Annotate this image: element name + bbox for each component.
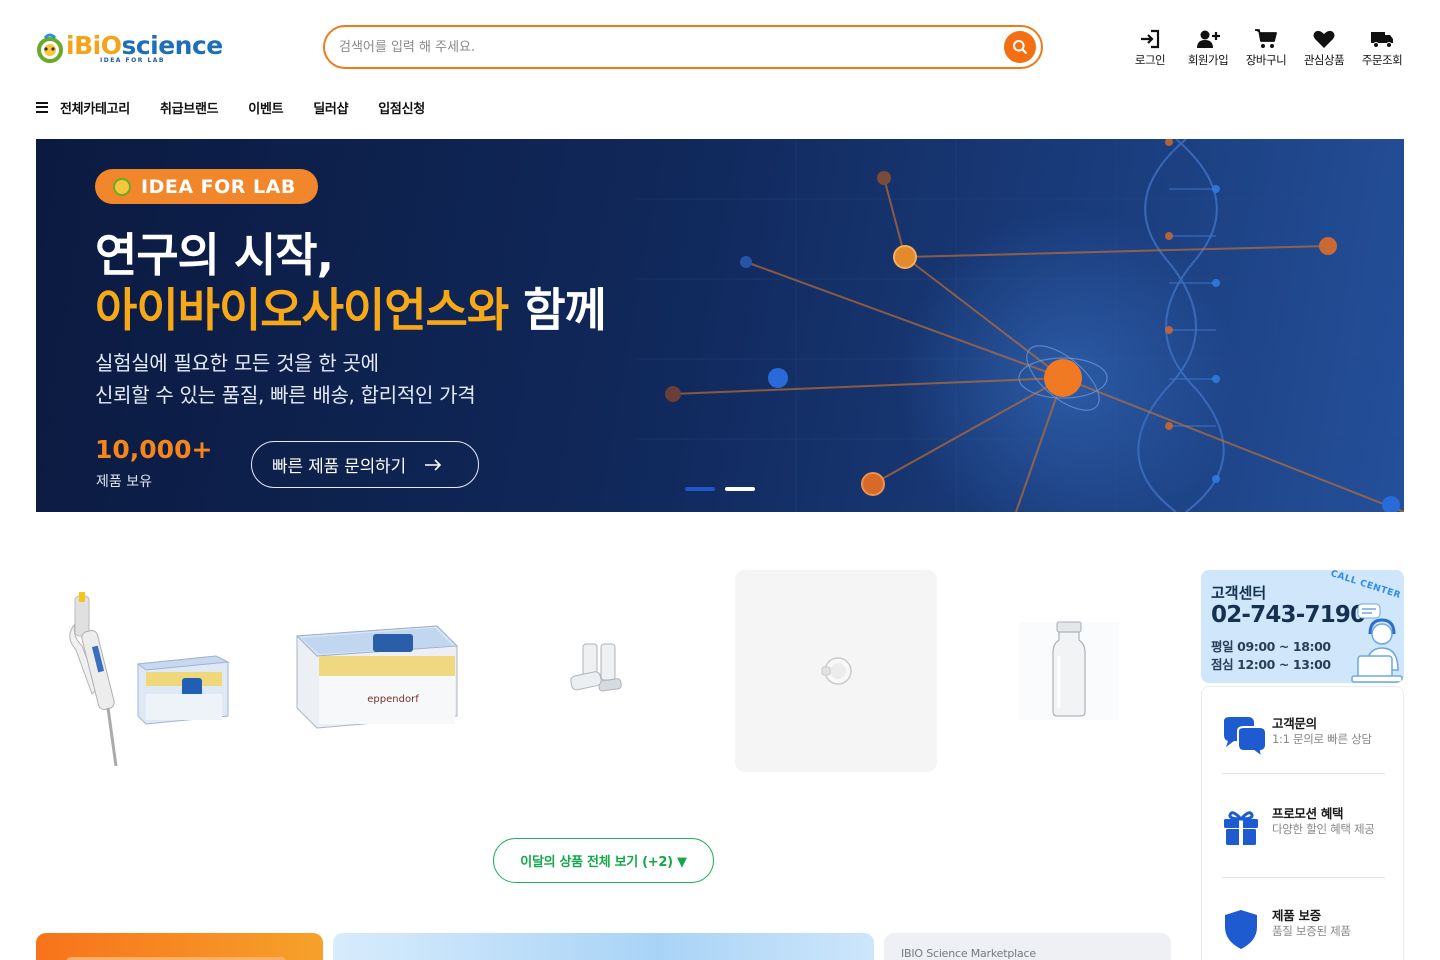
- nav-vendor-apply[interactable]: 입점신청: [378, 98, 425, 117]
- customer-center-phone[interactable]: 02-743-7190: [1211, 602, 1366, 628]
- login-link[interactable]: 로그인: [1128, 28, 1172, 68]
- eppendorf-tip-rack-image: eppendorf: [295, 625, 459, 729]
- service-title-warranty: 제품 보증: [1272, 908, 1321, 923]
- service-desc-warranty: 품질 보증된 제품: [1272, 924, 1351, 938]
- service-list: 고객문의 1:1 문의로 빠른 상담 프로모션 혜택 다양한 할인 혜택 제공 …: [1201, 686, 1404, 960]
- pipette-and-tip-box-image: [69, 592, 230, 766]
- customer-center-card: 고객센터 02-743-7190 평일 09:00 ~ 18:00 점심 12:…: [1201, 570, 1404, 683]
- product-card-pipette[interactable]: [36, 570, 238, 772]
- logo-science: science: [121, 30, 223, 60]
- header: iBiOscience IDEA FOR LAB 로그인: [0, 0, 1440, 92]
- badge-logo-icon: [113, 177, 131, 196]
- service-title-promotion: 프로모션 혜택: [1272, 806, 1344, 821]
- product-carousel: eppendorf: [36, 570, 1171, 774]
- service-item-inquiry[interactable]: 고객문의 1:1 문의로 빠른 상담: [1222, 713, 1385, 757]
- product-card-tip-rack[interactable]: eppendorf: [269, 570, 471, 772]
- quick-inquiry-label: 빠른 제품 문의하기: [272, 457, 406, 477]
- hero-subtitle-line2: 신뢰할 수 있는 품질, 빠른 배송, 합리적인 가격: [95, 383, 476, 407]
- shield-icon: [1225, 910, 1257, 949]
- heart-icon: [1313, 30, 1335, 48]
- cart-icon: [1255, 29, 1277, 48]
- orders-label: 주문조회: [1361, 53, 1403, 67]
- service-title-inquiry: 고객문의: [1272, 716, 1317, 731]
- hero-title-rest: 함께: [523, 283, 607, 337]
- login-icon: [1141, 29, 1160, 49]
- hero-title-highlight: 아이바이오사이언스와: [95, 283, 509, 337]
- search-input[interactable]: [339, 37, 979, 57]
- glass-vial-image: [1019, 621, 1119, 720]
- customer-center-title: 고객센터: [1211, 584, 1267, 602]
- product-card-vial-cap[interactable]: [735, 570, 937, 772]
- nav-all-categories[interactable]: 전체카테고리: [60, 98, 130, 117]
- hamburger-menu-icon[interactable]: [36, 101, 48, 113]
- wishlist-label: 관심상품: [1303, 53, 1345, 67]
- hero-stat-number: 10,000+: [95, 435, 213, 464]
- view-all-products-label: 이달의 상품 전체 보기 (+2) ▼: [520, 855, 687, 870]
- hero-banner[interactable]: IDEA FOR LAB 연구의 시작, 아이바이오사이언스와 함께 실험실에 …: [36, 139, 1404, 512]
- logo-name: iBiO: [66, 30, 122, 60]
- quick-inquiry-button[interactable]: 빠른 제품 문의하기: [251, 441, 479, 488]
- nav-brands[interactable]: 취급브랜드: [160, 98, 219, 117]
- hero-stat-label: 제품 보유: [96, 474, 152, 490]
- hero-subtitle-line1: 실험실에 필요한 모든 것을 한 곳에: [95, 351, 379, 375]
- service-item-promotion[interactable]: 프로모션 혜택 다양한 할인 혜택 제공: [1222, 803, 1385, 847]
- operator-illustration-icon: [1351, 603, 1403, 683]
- small-vials-image: [570, 643, 622, 692]
- slider-dot-2[interactable]: [725, 487, 755, 491]
- logo-tagline: IDEA FOR LAB: [100, 56, 165, 64]
- slider-dots: [685, 487, 755, 491]
- orders-link[interactable]: 주문조회: [1360, 28, 1404, 68]
- hero-badge: IDEA FOR LAB: [95, 169, 318, 204]
- hero-badge-label: IDEA FOR LAB: [141, 175, 296, 198]
- cart-label: 장바구니: [1245, 53, 1287, 67]
- slider-dot-1[interactable]: [685, 487, 715, 491]
- cart-link[interactable]: 장바구니: [1244, 28, 1288, 68]
- service-desc-promotion: 다양한 할인 혜택 제공: [1272, 822, 1375, 836]
- truck-icon: [1371, 32, 1393, 48]
- lunch-hours: 점심 12:00 ~ 13:00: [1211, 657, 1331, 672]
- svg-text:eppendorf: eppendorf: [367, 694, 419, 705]
- signup-label: 회원가입: [1187, 53, 1229, 67]
- main-nav: 전체카테고리 취급브랜드 이벤트 딜러샵 입점신청: [36, 96, 455, 118]
- search-box: [323, 25, 1043, 69]
- weekday-hours: 평일 09:00 ~ 18:00: [1211, 639, 1331, 654]
- nav-events[interactable]: 이벤트: [248, 98, 283, 117]
- chat-bubbles-icon: [1224, 717, 1266, 757]
- view-all-products-button[interactable]: 이달의 상품 전체 보기 (+2) ▼: [493, 838, 714, 883]
- nav-dealer-shop[interactable]: 딜러샵: [313, 98, 348, 117]
- call-center-badge: CALL CENTER: [1329, 570, 1402, 602]
- search-icon: [1013, 40, 1028, 55]
- promo-banner-orange[interactable]: [36, 933, 323, 960]
- service-divider: [1222, 877, 1385, 878]
- arrow-right-icon: [424, 458, 442, 471]
- customer-center-hours: 평일 09:00 ~ 18:00 점심 12:00 ~ 13:00: [1211, 638, 1331, 674]
- service-divider: [1222, 773, 1385, 774]
- product-card-small-vials[interactable]: [502, 570, 704, 772]
- gift-icon: [1224, 811, 1258, 845]
- signup-link[interactable]: 회원가입: [1186, 28, 1230, 68]
- login-label: 로그인: [1134, 53, 1166, 67]
- top-menu: 로그인 회원가입 장바구니 관심상품 주문조회: [1128, 28, 1404, 68]
- wishlist-link[interactable]: 관심상품: [1302, 28, 1346, 68]
- user-plus-icon: [1197, 30, 1220, 48]
- promo-banner-blue[interactable]: [333, 933, 874, 960]
- hero-subtitle: 실험실에 필요한 모든 것을 한 곳에 신뢰할 수 있는 품질, 빠른 배송, …: [95, 347, 476, 411]
- site-logo[interactable]: iBiOscience IDEA FOR LAB: [36, 28, 223, 68]
- service-item-warranty[interactable]: 제품 보증 품질 보증된 제품: [1222, 905, 1385, 949]
- service-desc-inquiry: 1:1 문의로 빠른 상담: [1272, 732, 1372, 746]
- marketplace-label: IBIO Science Marketplace: [901, 947, 1036, 960]
- hero-title-line2: 아이바이오사이언스와 함께: [95, 274, 607, 340]
- search-button[interactable]: [1004, 31, 1036, 63]
- product-card-glass-vial[interactable]: [968, 570, 1170, 772]
- marketplace-banner[interactable]: IBIO Science Marketplace: [884, 933, 1171, 960]
- logo-mark-icon: [36, 32, 64, 64]
- vial-cap-image: [821, 657, 852, 685]
